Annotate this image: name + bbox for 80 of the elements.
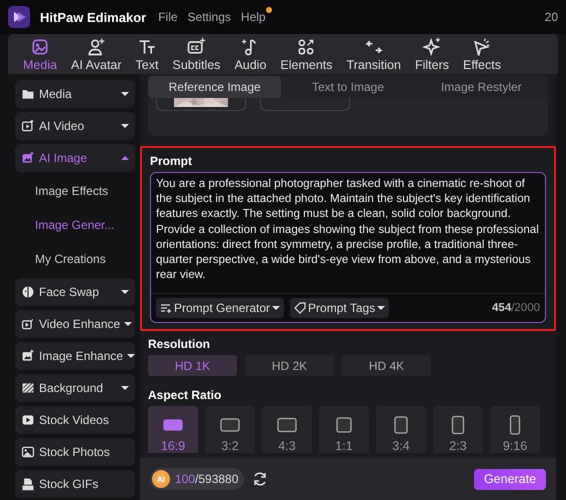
image-slot[interactable] xyxy=(156,98,246,111)
sidebar-item[interactable]: Face Swap xyxy=(15,278,135,306)
character-count: 454/2000 xyxy=(492,302,540,314)
prompt-field[interactable]: You are a professional photographer tasked with a cinematic re-shoot of the subject in the attached photo. Maintain the subject's key identification features exactly. The setting must be a clean, solid color background. Provide a collection of images showing the subject from these professional orientations: direct front symmetry, a precise profile, a traditional three-quarter perspective, a wide bird's-eye view from above, and a mysterious rear view. xyxy=(151,173,545,293)
toolbar-tab[interactable]: Elements xyxy=(273,36,340,72)
mode-tab[interactable]: Text to Image xyxy=(281,76,415,98)
aspect-ratio-option[interactable]: 3:2 xyxy=(205,406,255,453)
menu-item[interactable]: Settings xyxy=(188,10,231,24)
face-icon xyxy=(21,285,35,299)
app-name: HitPaw Edimakor xyxy=(40,10,146,24)
image-plus-icon xyxy=(21,349,35,363)
menu-item[interactable]: File xyxy=(158,10,178,24)
video-plus-icon xyxy=(21,119,35,133)
sidebar-item[interactable]: Video Enhance xyxy=(15,310,135,338)
image-icon xyxy=(30,36,50,56)
toolbar-tab[interactable]: Text xyxy=(128,36,166,72)
aspect-ratio-option[interactable]: 2:3 xyxy=(433,406,483,453)
resolution-option[interactable]: HD 2K xyxy=(245,355,334,376)
clock-text: 20 xyxy=(544,10,558,24)
logo-icon xyxy=(8,6,30,28)
prompt-tool-button[interactable]: Prompt Tags xyxy=(290,298,390,318)
aspect-ratio-option[interactable]: 4:3 xyxy=(262,406,312,453)
section-label: Resolution xyxy=(148,337,211,351)
image-plus-icon xyxy=(21,151,35,165)
caret-icon xyxy=(121,155,129,161)
shapes-icon xyxy=(296,36,316,56)
section-label: Aspect Ratio xyxy=(148,388,222,402)
toolbar-tab[interactable]: Transition xyxy=(340,36,408,72)
caret-icon xyxy=(127,353,136,359)
generate-button[interactable]: Generate xyxy=(474,468,546,490)
sidebar-item[interactable]: Stock Videos xyxy=(15,406,135,434)
sidebar-item[interactable]: Image Enhance xyxy=(15,342,135,370)
caret-icon xyxy=(377,305,386,311)
caret-icon xyxy=(121,91,129,97)
person-plus-icon xyxy=(86,36,106,56)
caption-icon xyxy=(186,36,206,56)
sidebar-subitem[interactable]: My Creations xyxy=(15,244,140,274)
sidebar-item[interactable]: Background xyxy=(15,374,135,402)
toolbar-tab[interactable]: AI Avatar xyxy=(64,36,129,72)
resolution-option[interactable]: HD 1K xyxy=(148,355,237,376)
sidebar-subitem[interactable]: Image Gener... xyxy=(15,210,140,240)
caret-icon xyxy=(121,289,129,295)
sidebar-item[interactable]: AI Video xyxy=(15,112,135,140)
sidebar-subitem[interactable]: Image Effects xyxy=(15,176,140,206)
section-label: Prompt xyxy=(150,154,193,168)
rectangle-icon xyxy=(334,415,354,435)
toolbar-tab[interactable]: Effects xyxy=(456,36,508,72)
file-icon xyxy=(21,477,35,491)
sidebar-item[interactable]: Stock GIFs xyxy=(15,470,135,498)
sidebar-item[interactable]: Media xyxy=(15,80,135,108)
toolbar-tab[interactable]: Subtitles xyxy=(165,36,228,72)
pattern-icon xyxy=(21,381,35,395)
sidebar-item[interactable]: Stock Photos xyxy=(15,438,135,466)
aspect-ratio-option[interactable]: 16:9 xyxy=(148,406,198,453)
caret-icon xyxy=(124,321,132,327)
toolbar-tab[interactable]: Filters xyxy=(408,36,456,72)
menu-item[interactable]: Help xyxy=(240,10,266,24)
refresh-icon[interactable] xyxy=(252,471,268,487)
play-icon xyxy=(21,413,35,427)
folder-icon xyxy=(21,87,35,101)
toolbar-tab[interactable]: Media xyxy=(16,36,64,72)
list-plus-icon xyxy=(160,302,172,314)
aspect-ratio-option[interactable]: 3:4 xyxy=(376,406,426,453)
mode-tab[interactable]: Reference Image xyxy=(148,76,282,98)
credits-badge: AI 100/593880 xyxy=(150,468,244,490)
tag-icon xyxy=(294,302,306,314)
video-icon xyxy=(21,317,35,331)
photo-icon xyxy=(21,445,35,459)
rectangle-icon xyxy=(277,415,297,435)
prompt-tool-button[interactable]: Prompt Generator xyxy=(156,298,284,318)
aspect-ratio-option[interactable]: 9:16 xyxy=(490,406,540,453)
caret-icon xyxy=(121,385,129,391)
mode-tab[interactable]: Image Restyler xyxy=(414,76,548,98)
sparkle-icon xyxy=(422,36,442,56)
resolution-option[interactable]: HD 4K xyxy=(342,355,431,376)
caret-icon xyxy=(272,305,280,311)
caret-icon xyxy=(121,123,129,129)
sidebar-item[interactable]: AI Image xyxy=(15,144,135,172)
aspect-ratio-option[interactable]: 1:1 xyxy=(319,406,369,453)
toolbar-tab[interactable]: Audio xyxy=(227,36,274,72)
